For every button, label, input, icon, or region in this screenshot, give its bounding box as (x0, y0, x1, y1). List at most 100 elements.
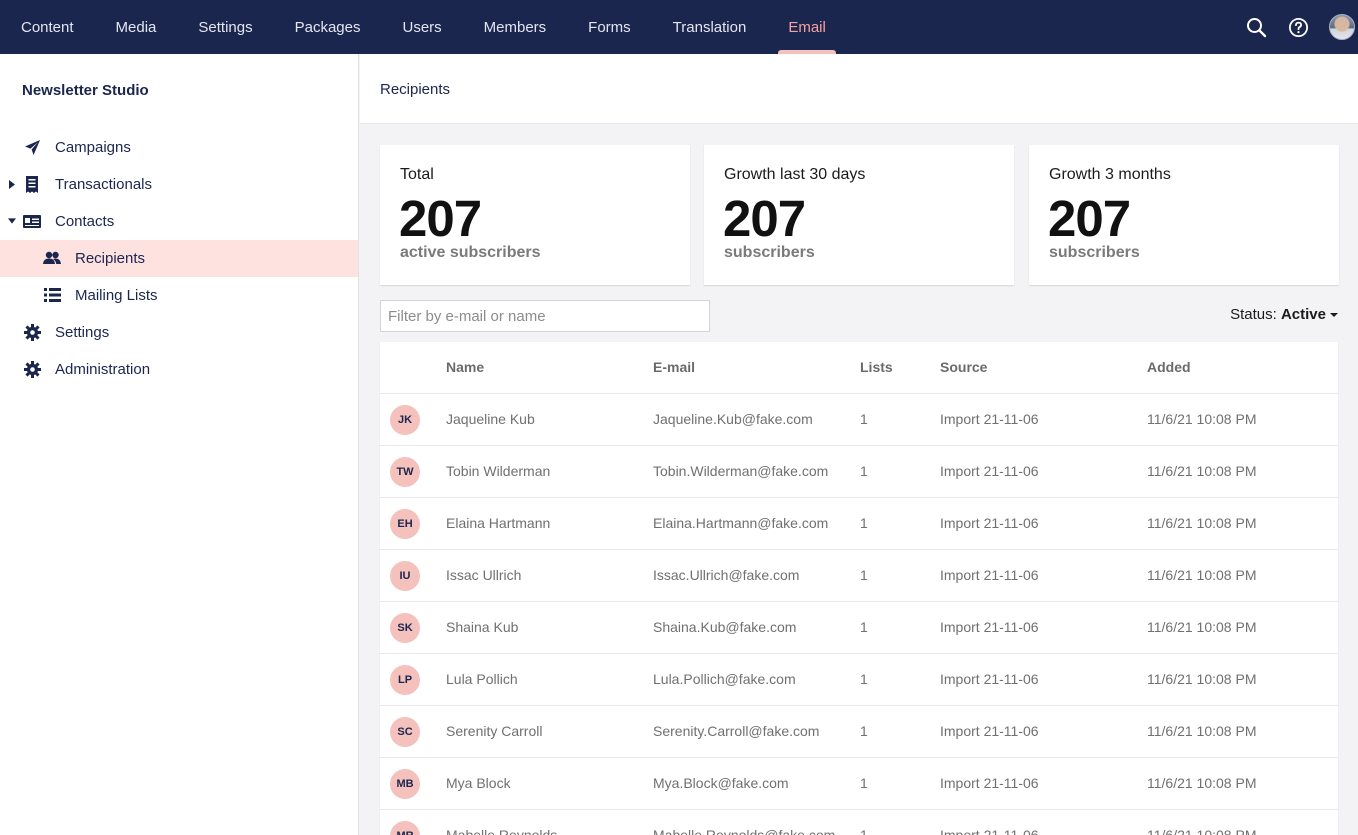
cell-name: Issac Ullrich (446, 567, 522, 583)
user-avatar[interactable] (1329, 14, 1355, 40)
nav-content[interactable]: Content (0, 0, 95, 54)
avatar-initials: TW (390, 457, 420, 487)
stat-value: 207 (1048, 190, 1131, 247)
search-icon[interactable] (1245, 16, 1267, 38)
cell-email: Mabelle.Reynolds@fake.com (653, 827, 836, 835)
avatar-initials: EH (390, 509, 420, 539)
paper-plane-icon (23, 138, 41, 156)
chevron-down-icon (1330, 313, 1338, 318)
gear-icon (23, 360, 41, 378)
avatar-initials: JK (390, 405, 420, 435)
sidebar-item-label: Campaigns (55, 139, 131, 156)
sidebar-item-label: Recipients (75, 250, 146, 267)
stat-card-total: Total 207 active subscribers (380, 145, 690, 285)
column-header-name[interactable]: Name (446, 359, 484, 375)
status-value: Active (1280, 306, 1326, 323)
sidebar-item-recipients[interactable]: Recipients (0, 240, 358, 277)
stat-subtitle: subscribers (1049, 244, 1140, 261)
cell-added: 11/6/21 10:08 PM (1147, 567, 1257, 583)
table-row[interactable]: TW Tobin Wilderman Tobin.Wilderman@fake.co… (380, 446, 1338, 498)
cell-source: Import 21-11-06 (940, 515, 1039, 531)
filter-input[interactable] (380, 300, 710, 332)
main-content: Recipients Total 207 active subscribers … (360, 54, 1358, 835)
table-row[interactable]: MB Mya Block Mya.Block@fake.com 1 Import 21-… (380, 758, 1338, 810)
table-row[interactable]: IU Issac Ullrich Issac.Ullrich@fake.com 1 Im… (380, 550, 1338, 602)
sidebar-item-administration[interactable]: Administration (0, 351, 358, 388)
status-dropdown[interactable]: Status: Active (1230, 306, 1338, 323)
cell-name: Mabelle Reynolds (446, 827, 558, 835)
avatar-initials: MB (390, 769, 420, 799)
sidebar-item-mailing-lists[interactable]: Mailing Lists (0, 277, 358, 314)
column-header-email[interactable]: E-mail (653, 359, 695, 375)
caret-right-icon[interactable] (8, 179, 16, 189)
avatar-initials: LP (390, 665, 420, 695)
nav-users[interactable]: Users (381, 0, 462, 54)
status-label: Status: (1230, 306, 1277, 323)
sidebar-item-transactionals[interactable]: Transactionals (0, 166, 358, 203)
avatar-initials: SK (390, 613, 420, 643)
column-header-added[interactable]: Added (1147, 359, 1191, 375)
table-row[interactable]: SC Serenity Carroll Serenity.Carroll@fake.… (380, 706, 1338, 758)
cell-email: Shaina.Kub@fake.com (653, 619, 797, 635)
cell-lists: 1 (860, 723, 868, 739)
table-row[interactable]: JK Jaqueline Kub Jaqueline.Kub@fake.com 1 Im… (380, 394, 1338, 446)
cell-added: 11/6/21 10:08 PM (1147, 671, 1257, 687)
cell-lists: 1 (860, 411, 868, 427)
cell-lists: 1 (860, 515, 868, 531)
avatar-initials: IU (390, 561, 420, 591)
stat-subtitle: subscribers (724, 244, 815, 261)
stat-card-growth-30-days: Growth last 30 days 207 subscribers (704, 145, 1014, 285)
table-row[interactable]: LP Lula Pollich Lula.Pollich@fake.com 1 Impo… (380, 654, 1338, 706)
cell-email: Serenity.Carroll@fake.com (653, 723, 820, 739)
sidebar-item-settings[interactable]: Settings (0, 314, 358, 351)
list-icon (43, 286, 61, 304)
table-row[interactable]: MR Mabelle Reynolds Mabelle.Reynolds@fake.… (380, 810, 1338, 835)
cell-added: 11/6/21 10:08 PM (1147, 411, 1257, 427)
gear-icon (23, 323, 41, 341)
column-header-source[interactable]: Source (940, 359, 987, 375)
cell-added: 11/6/21 10:08 PM (1147, 463, 1257, 479)
cell-source: Import 21-11-06 (940, 619, 1039, 635)
nav-packages[interactable]: Packages (274, 0, 382, 54)
cell-lists: 1 (860, 671, 868, 687)
cell-email: Elaina.Hartmann@fake.com (653, 515, 829, 531)
stat-label: Growth last 30 days (724, 166, 866, 183)
nav-members[interactable]: Members (463, 0, 568, 54)
nav-media[interactable]: Media (95, 0, 178, 54)
cell-added: 11/6/21 10:08 PM (1147, 775, 1257, 791)
sidebar-tree: Campaigns Transactionals Contacts Recipi… (0, 129, 358, 388)
cell-name: Tobin Wilderman (446, 463, 551, 479)
cell-email: Tobin.Wilderman@fake.com (653, 463, 829, 479)
column-header-lists[interactable]: Lists (860, 359, 893, 375)
table-row[interactable]: EH Elaina Hartmann Elaina.Hartmann@fake.co… (380, 498, 1338, 550)
nav-email[interactable]: Email (767, 0, 847, 54)
nav-forms[interactable]: Forms (567, 0, 652, 54)
sidebar-item-contacts[interactable]: Contacts (0, 203, 358, 240)
sidebar-item-label: Contacts (55, 213, 115, 230)
sidebar-item-label: Settings (55, 324, 110, 341)
sidebar-item-label: Transactionals (55, 176, 152, 193)
stat-card-growth-3-months: Growth 3 months 207 subscribers (1029, 145, 1339, 285)
cell-source: Import 21-11-06 (940, 567, 1039, 583)
nav-settings[interactable]: Settings (177, 0, 273, 54)
users-icon (43, 249, 61, 267)
cell-name: Mya Block (446, 775, 511, 791)
cell-name: Shaina Kub (446, 619, 519, 635)
cell-lists: 1 (860, 463, 868, 479)
page-title: Recipients (380, 81, 451, 98)
avatar-initials: MR (390, 821, 420, 835)
cell-source: Import 21-11-06 (940, 411, 1039, 427)
caret-down-icon[interactable] (8, 216, 16, 226)
stat-value: 207 (723, 190, 806, 247)
cell-source: Import 21-11-06 (940, 775, 1039, 791)
table-header: Name E-mail Lists Source Added (380, 342, 1338, 394)
avatar-initials: SC (390, 717, 420, 747)
help-icon[interactable] (1287, 16, 1309, 38)
sidebar-item-campaigns[interactable]: Campaigns (0, 129, 358, 166)
stat-subtitle: active subscribers (400, 244, 541, 261)
sidebar-title: Newsletter Studio (22, 82, 149, 99)
table-row[interactable]: SK Shaina Kub Shaina.Kub@fake.com 1 Import 2… (380, 602, 1338, 654)
nav-translation[interactable]: Translation (652, 0, 768, 54)
cell-lists: 1 (860, 567, 868, 583)
recipients-table: Name E-mail Lists Source Added JK Jaqueli… (380, 342, 1338, 835)
